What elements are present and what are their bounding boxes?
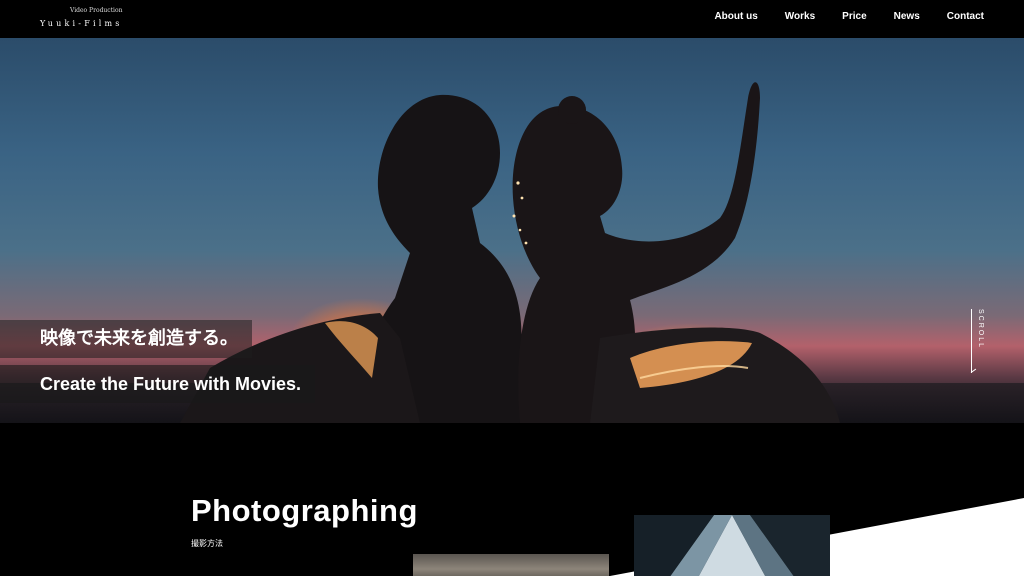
logo[interactable]: Video Production Yuuki-Films	[40, 7, 160, 33]
hero-section: 映像で未来を創造する。 Create the Future with Movie…	[0, 38, 1024, 423]
photographing-section: Photographing 撮影方法	[0, 423, 1024, 576]
nav-contact[interactable]: Contact	[947, 11, 984, 22]
section-subtitle: 撮影方法	[191, 539, 223, 548]
nav-works[interactable]: Works	[785, 11, 815, 22]
hero-tagline-jp: 映像で未来を創造する。	[0, 320, 252, 358]
site-header: Video Production Yuuki-Films About us Wo…	[0, 0, 1024, 38]
logo-title: Yuuki-Films	[40, 19, 123, 28]
scroll-label: SCROLL	[977, 309, 984, 350]
nav-about-us[interactable]: About us	[714, 11, 757, 22]
nav-news[interactable]: News	[894, 11, 920, 22]
nav-price[interactable]: Price	[842, 11, 866, 22]
architecture-photo	[634, 515, 830, 576]
logo-subtitle: Video Production	[70, 7, 123, 14]
section-title: Photographing	[191, 493, 418, 528]
scroll-line	[971, 309, 972, 373]
hero-tagline-en: Create the Future with Movies.	[0, 365, 316, 403]
scroll-indicator[interactable]: SCROLL	[970, 309, 1001, 375]
photo-thumbnail-2[interactable]	[634, 515, 830, 576]
main-nav: About us Works Price News Contact	[714, 11, 984, 22]
photo-thumbnail-1[interactable]	[413, 554, 609, 576]
